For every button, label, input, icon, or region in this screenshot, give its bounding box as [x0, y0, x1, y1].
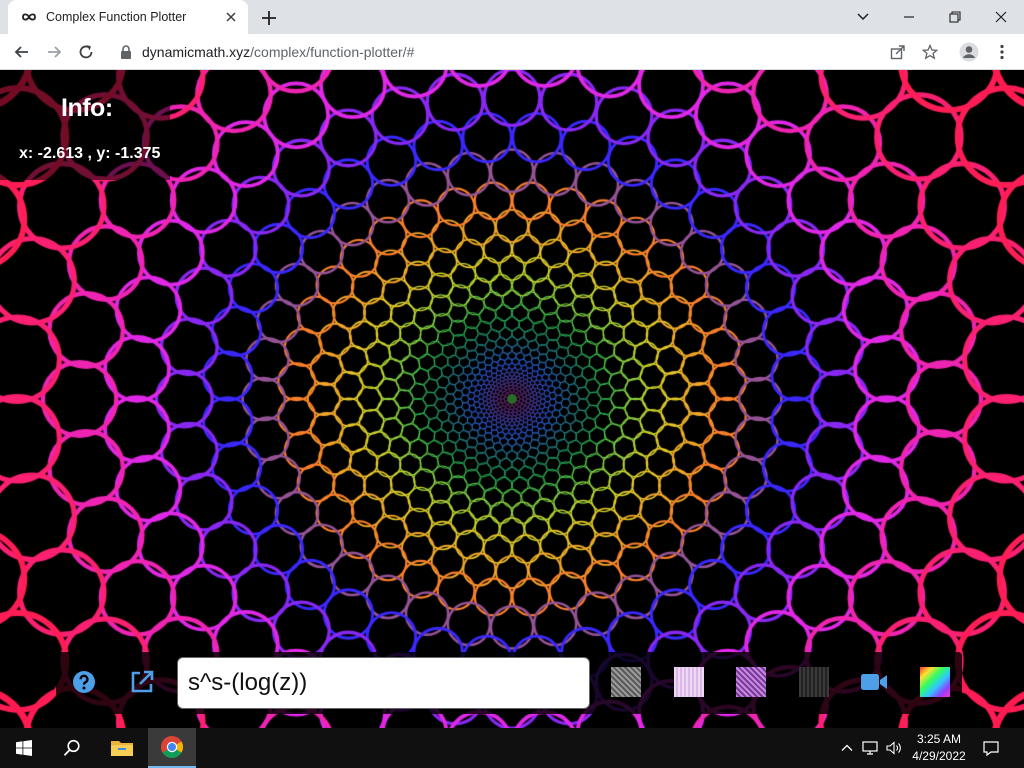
reload-icon	[79, 45, 93, 59]
plotter-page: Info: x: -2.613 , y: -1.375	[0, 70, 1024, 728]
question-circle-icon	[73, 671, 95, 693]
clock-date: 4/29/2022	[912, 749, 966, 763]
url-path: /complex/function-plotter/#	[250, 44, 415, 60]
file-explorer-button[interactable]	[98, 728, 146, 768]
network-icon	[862, 741, 878, 755]
speaker-icon	[886, 741, 901, 755]
show-hidden-icons-button[interactable]	[839, 740, 855, 756]
chrome-icon	[161, 736, 183, 758]
infinity-icon	[22, 13, 36, 21]
notification-icon	[983, 741, 999, 756]
clock-time: 3:25 AM	[916, 732, 962, 746]
forward-button[interactable]	[43, 41, 65, 63]
address-bar[interactable]: dynamicmath.xyz/complex/function-plotter…	[108, 37, 948, 67]
browser-tab-strip: Complex Function Plotter	[0, 0, 1024, 34]
info-title: Info:	[61, 94, 113, 122]
url-text[interactable]: dynamicmath.xyz/complex/function-plotter…	[142, 44, 414, 60]
browser-toolbar: dynamicmath.xyz/complex/function-plotter…	[0, 34, 1024, 70]
arrow-left-icon	[14, 46, 28, 58]
pattern-gray-button[interactable]	[611, 667, 641, 697]
volume-button[interactable]	[886, 740, 902, 756]
browser-tab[interactable]: Complex Function Plotter	[8, 0, 248, 34]
folder-icon	[111, 741, 133, 756]
search-icon	[63, 739, 80, 756]
tab-search-button[interactable]	[840, 0, 886, 34]
network-button[interactable]	[862, 740, 878, 756]
profile-button[interactable]	[958, 41, 980, 63]
close-window-button[interactable]	[978, 0, 1024, 34]
share-button[interactable]	[887, 41, 909, 63]
minimize-button[interactable]	[886, 0, 932, 34]
menu-button[interactable]	[991, 41, 1013, 63]
control-bar	[56, 652, 962, 714]
chevron-up-icon	[841, 744, 853, 751]
reload-button[interactable]	[75, 41, 97, 63]
more-vertical-icon	[1000, 44, 1004, 60]
new-tab-icon[interactable]	[258, 7, 280, 29]
function-input[interactable]	[177, 657, 590, 709]
open-new-window-button[interactable]	[126, 666, 158, 698]
chrome-taskbar-button[interactable]	[148, 728, 196, 768]
url-host: dynamicmath.xyz	[142, 44, 251, 60]
info-panel: Info: x: -2.613 , y: -1.375	[0, 70, 170, 180]
bookmark-button[interactable]	[919, 41, 941, 63]
taskbar-clock[interactable]: 3:25 AM 4/29/2022	[904, 731, 974, 765]
pattern-purple-button[interactable]	[736, 667, 766, 697]
cursor-coordinates: x: -2.613 , y: -1.375	[19, 145, 161, 162]
minimize-icon	[904, 16, 914, 18]
help-button[interactable]	[68, 666, 100, 698]
color-palette-button[interactable]	[920, 667, 950, 697]
windows-taskbar: 3:25 AM 4/29/2022	[0, 728, 1024, 768]
avatar-icon	[959, 42, 979, 62]
close-tab-icon[interactable]	[223, 9, 239, 25]
back-button[interactable]	[11, 41, 33, 63]
tab-title: Complex Function Plotter	[46, 10, 187, 24]
start-button[interactable]	[0, 728, 48, 768]
star-icon	[922, 44, 938, 60]
close-icon	[995, 11, 1007, 23]
record-button[interactable]	[858, 666, 890, 698]
video-camera-icon	[861, 674, 887, 690]
search-button[interactable]	[48, 728, 96, 768]
arrow-right-icon	[48, 46, 62, 58]
external-link-icon	[131, 670, 154, 693]
windows-logo-icon	[16, 740, 32, 756]
share-icon	[890, 45, 905, 60]
restore-icon	[949, 11, 961, 23]
pattern-light-button[interactable]	[674, 667, 704, 697]
restore-button[interactable]	[932, 0, 978, 34]
chevron-down-icon	[857, 13, 869, 21]
lock-icon[interactable]	[120, 45, 132, 59]
notifications-button[interactable]	[983, 740, 999, 756]
pattern-dark-button[interactable]	[799, 667, 829, 697]
